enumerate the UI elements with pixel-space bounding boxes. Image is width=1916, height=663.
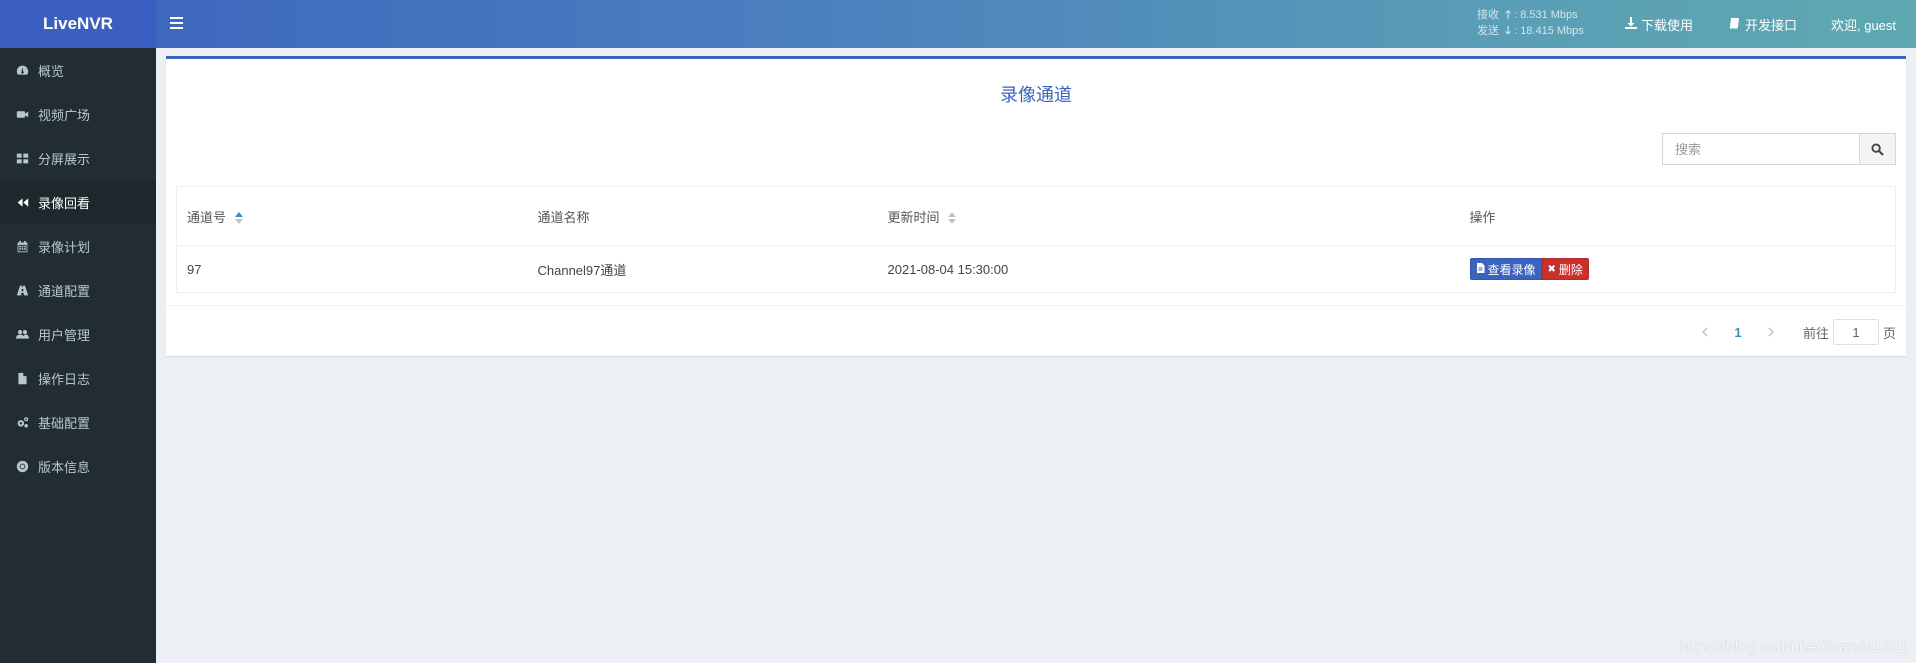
arrow-up-icon: 🡑	[1505, 9, 1511, 21]
sidebar-item-split-screen[interactable]: 分屏展示	[0, 136, 156, 180]
channel-table: 通道号 通道名称 更新时间 操作 97 Channel97通道 2021-08-…	[176, 186, 1896, 293]
sidebar-item-playback[interactable]: 录像回看	[0, 180, 156, 224]
receive-stat: 接收 🡑: 8.531 Mbps	[1477, 9, 1578, 21]
close-icon: ✖	[1547, 263, 1556, 275]
download-icon	[1625, 16, 1637, 32]
pagination: 1 前往 页	[1691, 318, 1896, 346]
grid-icon	[14, 150, 30, 166]
download-link[interactable]: 下载使用	[1625, 0, 1693, 48]
table-row: 97 Channel97通道 2021-08-04 15:30:00 查看录像 ✖…	[177, 246, 1896, 293]
column-header-actions: 操作	[1459, 186, 1896, 246]
lifebuoy-icon	[14, 458, 30, 474]
cell-channel-id: 97	[187, 261, 202, 277]
search-button[interactable]	[1859, 133, 1896, 165]
cogs-icon	[14, 414, 30, 430]
book-icon	[1729, 17, 1741, 32]
sidebar-item-channel-config[interactable]: 通道配置	[0, 268, 156, 312]
sidebar-item-record-plan[interactable]: 录像计划	[0, 224, 156, 268]
file-icon	[1476, 262, 1485, 276]
menu-toggle-icon[interactable]	[170, 14, 184, 32]
file-icon	[14, 370, 30, 386]
sidebar: 概览 视频广场 分屏展示 录像回看 录像计划 通道配置 用户管理 操作日志 基础…	[0, 48, 156, 663]
search-input[interactable]	[1662, 133, 1859, 165]
app-logo[interactable]: LiveNVR	[0, 0, 156, 48]
page-title: 录像通道	[1000, 85, 1072, 105]
column-header-channel-name: 通道名称	[527, 186, 878, 246]
user-welcome[interactable]: 欢迎, guest	[1831, 0, 1896, 48]
watermark: https://blog.csdn.net/Marvin1311	[1677, 639, 1908, 656]
top-header: LiveNVR 接收 🡑: 8.531 Mbps 发送 🡓: 18.415 Mb…	[0, 0, 1916, 48]
sort-icon[interactable]	[234, 212, 243, 225]
search-group	[1662, 133, 1896, 165]
view-recording-button[interactable]: 查看录像	[1469, 258, 1542, 280]
calendar-icon	[14, 238, 30, 254]
cell-actions: 查看录像 ✖ 删除	[1460, 246, 1896, 293]
arrow-down-icon: 🡓	[1505, 25, 1511, 37]
record-channel-panel: 录像通道 通道号 通道名称 更新时间 操作	[166, 56, 1906, 356]
next-page-icon[interactable]	[1757, 318, 1785, 346]
sidebar-item-version-info[interactable]: 版本信息	[0, 444, 156, 488]
road-icon	[14, 282, 30, 298]
video-camera-icon	[14, 106, 30, 122]
goto-label: 前往	[1802, 325, 1829, 341]
table-header-row: 通道号 通道名称 更新时间 操作	[176, 186, 1896, 246]
users-icon	[14, 326, 30, 342]
cell-channel-name: Channel97通道	[537, 262, 627, 278]
dev-api-link[interactable]: 开发接口	[1729, 0, 1797, 48]
backward-icon	[14, 194, 30, 210]
sidebar-item-operation-log[interactable]: 操作日志	[0, 356, 156, 400]
network-stats: 接收 🡑: 8.531 Mbps 发送 🡓: 18.415 Mbps	[1477, 7, 1584, 39]
page-number[interactable]: 1	[1719, 318, 1757, 346]
delete-button[interactable]: ✖ 删除	[1541, 258, 1589, 280]
column-header-channel-id[interactable]: 通道号	[176, 186, 528, 246]
divider	[166, 305, 1906, 306]
search-icon	[1871, 142, 1884, 156]
sidebar-item-video-square[interactable]: 视频广场	[0, 92, 156, 136]
prev-page-icon[interactable]	[1691, 318, 1719, 346]
sidebar-item-overview[interactable]: 概览	[0, 48, 156, 92]
sidebar-item-user-management[interactable]: 用户管理	[0, 312, 156, 356]
send-stat: 发送 🡓: 18.415 Mbps	[1477, 25, 1584, 37]
column-header-update-time[interactable]: 更新时间	[877, 186, 1460, 246]
goto-page-input[interactable]	[1832, 319, 1879, 345]
dashboard-icon	[14, 62, 30, 78]
cell-update-time: 2021-08-04 15:30:00	[887, 261, 1009, 277]
sidebar-item-basic-config[interactable]: 基础配置	[0, 400, 156, 444]
page-suffix: 页	[1882, 325, 1896, 341]
sort-icon[interactable]	[948, 212, 957, 225]
